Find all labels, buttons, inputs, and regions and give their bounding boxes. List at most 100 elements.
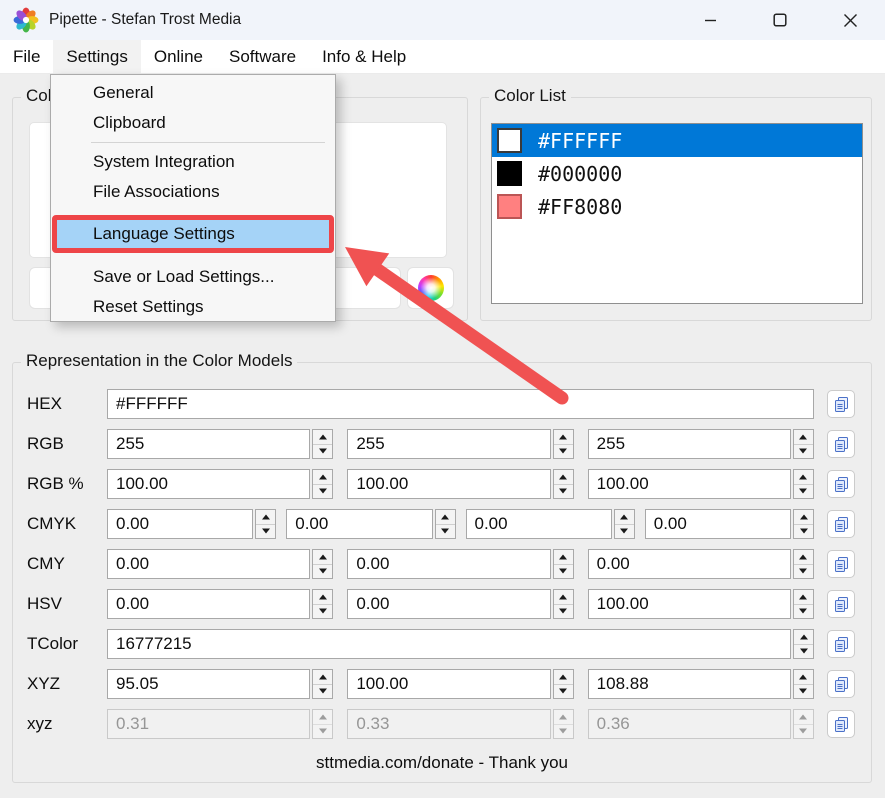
model-cell: 100.00 [588, 589, 814, 619]
value-input[interactable]: 0.00 [588, 549, 791, 579]
spin-down-button[interactable] [313, 565, 332, 579]
model-row-label: xyz [27, 714, 107, 734]
copy-button[interactable] [827, 670, 855, 698]
copy-button[interactable] [827, 390, 855, 418]
spin-down-button[interactable] [554, 605, 573, 619]
copy-button[interactable] [827, 590, 855, 618]
color-list-item[interactable]: #FF8080 [492, 190, 862, 223]
copy-button[interactable] [827, 470, 855, 498]
spinner [312, 469, 333, 499]
value-input[interactable]: 0.00 [107, 509, 253, 539]
value-input[interactable]: 255 [347, 429, 550, 459]
spin-up-button[interactable] [794, 550, 813, 565]
spin-up-button[interactable] [615, 510, 634, 525]
spin-down-button[interactable] [554, 485, 573, 499]
value-input[interactable]: 0.00 [347, 589, 550, 619]
spin-up-button[interactable] [554, 590, 573, 605]
value-input[interactable]: #FFFFFF [107, 389, 814, 419]
spin-down-button[interactable] [794, 525, 813, 539]
value-input[interactable]: 16777215 [107, 629, 791, 659]
model-row-xyz: xyz0.310.330.36 [27, 709, 855, 739]
model-cell: 0.00 [107, 549, 333, 579]
spin-up-button[interactable] [313, 550, 332, 565]
spin-up-button[interactable] [554, 550, 573, 565]
copy-button[interactable] [827, 510, 855, 538]
value-input[interactable]: 100.00 [588, 589, 791, 619]
copy-button[interactable] [827, 430, 855, 458]
menu-item-save-or-load-settings[interactable]: Save or Load Settings... [51, 262, 335, 292]
value-input[interactable]: 255 [107, 429, 310, 459]
color-list-item[interactable]: #000000 [492, 157, 862, 190]
menu-software[interactable]: Software [216, 40, 309, 73]
menu-item-language-settings[interactable]: Language Settings [57, 220, 329, 248]
value-input[interactable]: 0.00 [286, 509, 432, 539]
value-input[interactable]: 0.00 [466, 509, 612, 539]
spin-up-button[interactable] [554, 670, 573, 685]
close-button[interactable] [815, 0, 885, 40]
value-input[interactable]: 100.00 [107, 469, 310, 499]
spin-up-button[interactable] [554, 430, 573, 445]
spin-down-button[interactable] [554, 445, 573, 459]
menu-online[interactable]: Online [141, 40, 216, 73]
menu-settings[interactable]: Settings [53, 40, 140, 73]
value-input[interactable]: 100.00 [347, 669, 550, 699]
spin-down-button[interactable] [436, 525, 455, 539]
spin-up-button [313, 710, 332, 725]
value-input[interactable]: 255 [588, 429, 791, 459]
spin-up-button[interactable] [313, 590, 332, 605]
spin-up-button[interactable] [794, 510, 813, 525]
value-input[interactable]: 0.00 [645, 509, 791, 539]
model-cell: 0.00 [347, 549, 573, 579]
copy-button[interactable] [827, 550, 855, 578]
spin-down-button[interactable] [313, 605, 332, 619]
spin-down-button[interactable] [794, 565, 813, 579]
spin-up-button[interactable] [256, 510, 275, 525]
color-wheel-button[interactable] [407, 267, 454, 309]
spin-down-button[interactable] [615, 525, 634, 539]
spin-down-button[interactable] [794, 485, 813, 499]
spin-up-button[interactable] [794, 430, 813, 445]
spin-down-button[interactable] [313, 445, 332, 459]
spin-down-button[interactable] [554, 565, 573, 579]
value-input[interactable]: 0.00 [107, 549, 310, 579]
spin-up-button[interactable] [794, 630, 813, 645]
spin-down-button[interactable] [794, 645, 813, 659]
menu-item-reset-settings[interactable]: Reset Settings [51, 292, 335, 322]
spin-down-button[interactable] [256, 525, 275, 539]
menu-item-clipboard[interactable]: Clipboard [51, 108, 335, 138]
spin-up-button[interactable] [554, 470, 573, 485]
menu-file[interactable]: File [0, 40, 53, 73]
value-input[interactable]: 100.00 [347, 469, 550, 499]
menu-info-help[interactable]: Info & Help [309, 40, 419, 73]
maximize-button[interactable] [745, 0, 815, 40]
color-list-item[interactable]: #FFFFFF [492, 124, 862, 157]
spin-down-button[interactable] [313, 685, 332, 699]
spin-down-button[interactable] [794, 445, 813, 459]
spin-up-button[interactable] [436, 510, 455, 525]
spin-up-button[interactable] [794, 590, 813, 605]
value-input[interactable]: 0.00 [347, 549, 550, 579]
spin-down-button[interactable] [794, 605, 813, 619]
spin-down-button[interactable] [794, 685, 813, 699]
spin-up-button[interactable] [313, 670, 332, 685]
menu-item-general[interactable]: General [51, 78, 335, 108]
menu-item-file-associations[interactable]: File Associations [51, 177, 335, 207]
close-icon [843, 13, 858, 28]
spin-up-button[interactable] [313, 470, 332, 485]
spin-up-button[interactable] [794, 670, 813, 685]
spin-up-button[interactable] [313, 430, 332, 445]
minimize-button[interactable] [675, 0, 745, 40]
copy-button[interactable] [827, 710, 855, 738]
spin-down-button[interactable] [313, 485, 332, 499]
value-input[interactable]: 95.05 [107, 669, 310, 699]
spinner [793, 509, 814, 539]
spin-up-button[interactable] [794, 470, 813, 485]
spin-down-button[interactable] [554, 685, 573, 699]
model-cell: 95.05 [107, 669, 333, 699]
maximize-icon [773, 13, 787, 27]
copy-button[interactable] [827, 630, 855, 658]
value-input[interactable]: 100.00 [588, 469, 791, 499]
menu-item-system-integration[interactable]: System Integration [51, 147, 335, 177]
value-input[interactable]: 108.88 [588, 669, 791, 699]
value-input[interactable]: 0.00 [107, 589, 310, 619]
